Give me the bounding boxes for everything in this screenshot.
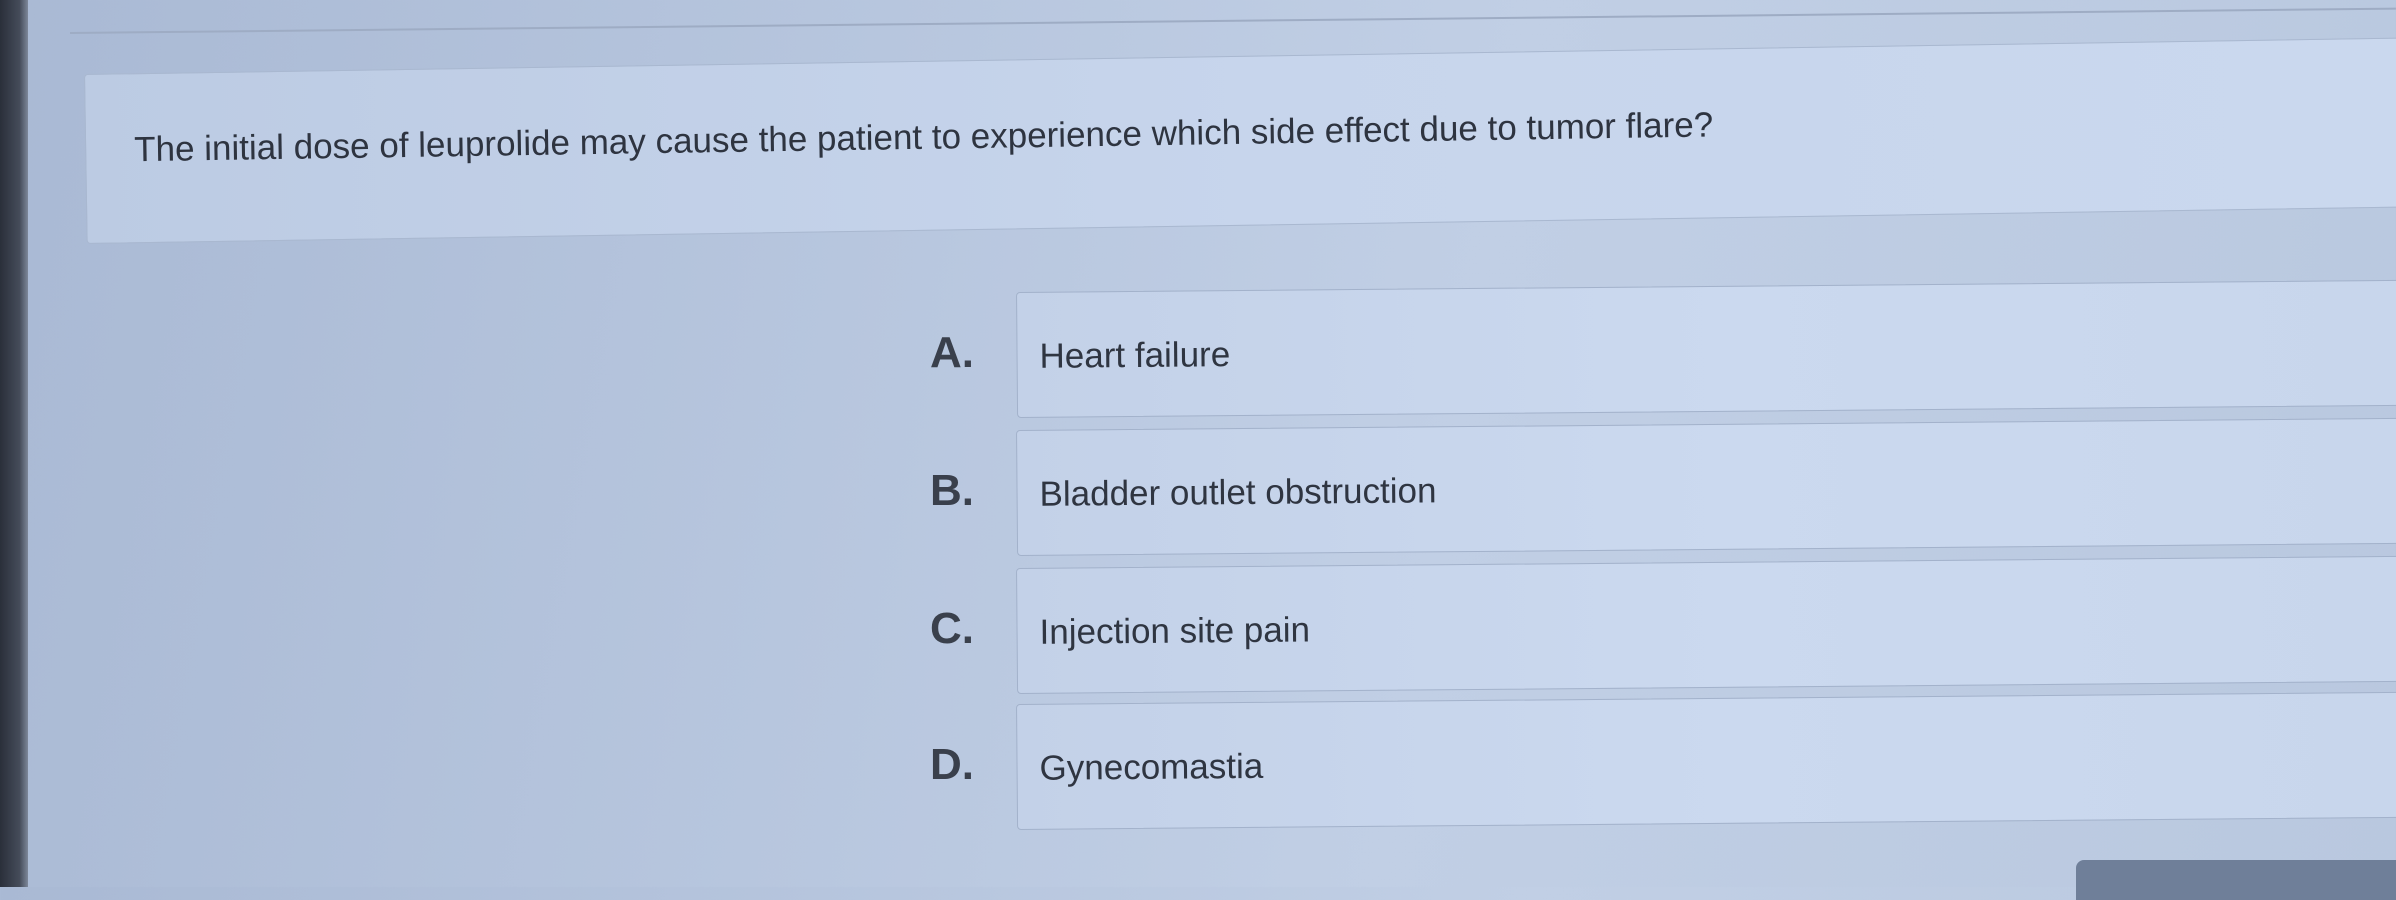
option-text: Injection site pain [1039,610,1311,652]
next-button[interactable] [2076,860,2396,900]
option-text: Gynecomastia [1039,746,1264,788]
question-text: The initial dose of leuprolide may cause… [133,105,1714,170]
answer-choice-box[interactable]: Gynecomastia [1016,691,2396,830]
option-letter: D. [930,740,974,789]
answer-option-c[interactable]: C. Injection site pain [0,555,2396,698]
option-letter: C. [930,604,974,653]
option-letter: A. [930,328,974,377]
answer-option-b[interactable]: B. Bladder outlet obstruction [0,417,2396,560]
divider [69,7,2396,34]
question-card: The initial dose of leuprolide may cause… [84,37,2396,244]
option-text: Heart failure [1039,335,1231,376]
option-text: Bladder outlet obstruction [1039,471,1437,514]
answer-choice-box[interactable]: Bladder outlet obstruction [1016,417,2396,556]
answer-choice-box[interactable]: Heart failure [1016,279,2396,418]
answer-option-a[interactable]: A. Heart failure [0,279,2396,422]
answer-option-d[interactable]: D. Gynecomastia [0,691,2396,834]
option-letter: B. [930,466,974,515]
answer-choice-box[interactable]: Injection site pain [1016,555,2396,694]
